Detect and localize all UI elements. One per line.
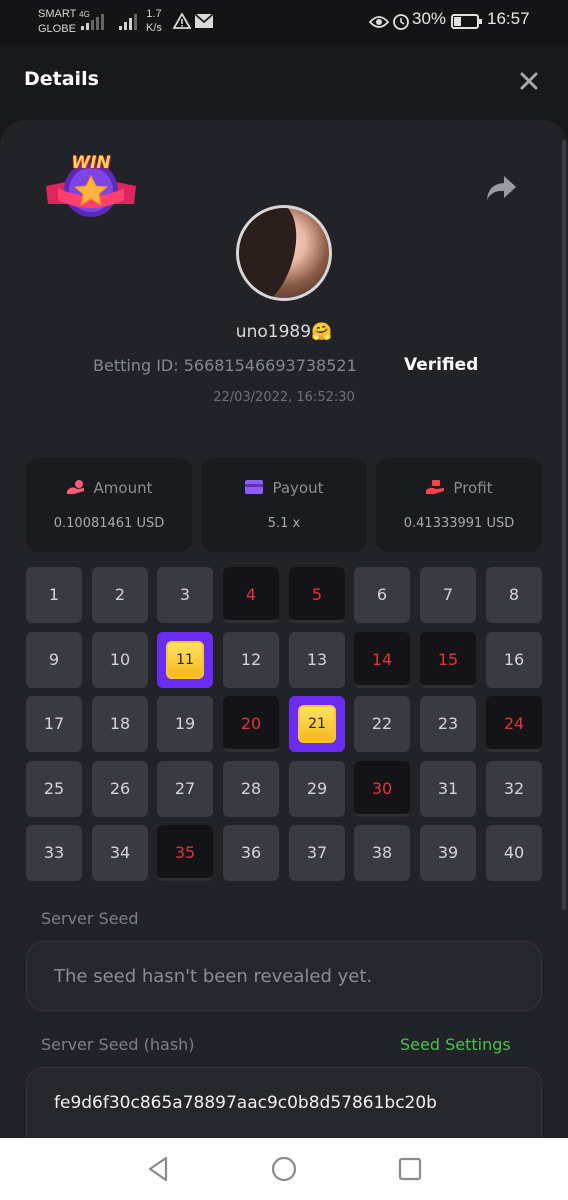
number-tile[interactable]: 30 <box>354 761 410 817</box>
number-tile[interactable]: 9 <box>26 632 82 688</box>
number-tile[interactable]: 39 <box>420 825 476 881</box>
scrollbar[interactable] <box>562 140 566 910</box>
number-tile[interactable]: 22 <box>354 696 410 752</box>
signal-icon <box>81 14 104 30</box>
warning-icon <box>173 13 191 29</box>
number-tile[interactable]: 10 <box>92 632 148 688</box>
seed-settings-link[interactable]: Seed Settings <box>400 1035 511 1054</box>
username: uno1989🤗 <box>235 322 333 342</box>
number-tile[interactable]: 8 <box>486 567 542 623</box>
number-tile[interactable]: 2 <box>92 567 148 623</box>
number-tile[interactable]: 29 <box>289 761 345 817</box>
profit-label: Profit <box>453 479 493 497</box>
money-hand-icon <box>426 480 445 494</box>
status-bar: SMART 4G GLOBE 1.7 K/s 30% 16:57 <box>0 0 568 44</box>
number-tile[interactable]: 6 <box>354 567 410 623</box>
number-tile[interactable]: 35 <box>157 825 213 881</box>
number-tile[interactable]: 33 <box>26 825 82 881</box>
number-tile[interactable]: 25 <box>26 761 82 817</box>
alarm-icon <box>393 14 409 30</box>
number-tile[interactable]: 26 <box>92 761 148 817</box>
number-tile[interactable]: 32 <box>486 761 542 817</box>
page-title: Details <box>24 68 99 90</box>
number-tile[interactable]: 1 <box>26 567 82 623</box>
avatar <box>236 205 332 301</box>
network-speed: 1.7 K/s <box>146 8 162 34</box>
number-tile[interactable]: 14 <box>354 632 410 688</box>
number-tile[interactable]: 31 <box>420 761 476 817</box>
number-tile[interactable]: 5 <box>289 567 345 623</box>
number-tile[interactable]: 15 <box>420 632 476 688</box>
bet-timestamp: 22/03/2022, 16:52:30 <box>213 390 355 405</box>
server-seed-label: Server Seed <box>41 909 139 928</box>
coin-hand-icon <box>66 480 84 494</box>
payout-label: Payout <box>272 479 324 497</box>
server-seed-hash-field[interactable]: fe9d6f30c865a78897aac9c0b8d57861bc20b <box>26 1067 542 1138</box>
number-tile[interactable]: 28 <box>223 761 279 817</box>
win-badge: WIN <box>44 152 138 222</box>
number-tile[interactable]: 3 <box>157 567 213 623</box>
number-tile[interactable]: 7 <box>420 567 476 623</box>
system-nav-bar <box>0 1138 568 1200</box>
server-seed-field[interactable]: The seed hasn't been revealed yet. <box>26 941 542 1011</box>
profit-value: 0.41333991 USD <box>403 516 515 531</box>
close-icon[interactable] <box>514 66 544 96</box>
verified-badge: Verified <box>404 355 479 375</box>
signal-icon <box>119 14 137 30</box>
number-tile[interactable]: 23 <box>420 696 476 752</box>
number-tile[interactable]: 13 <box>289 632 345 688</box>
recents-icon[interactable] <box>396 1155 424 1183</box>
number-tile[interactable]: 38 <box>354 825 410 881</box>
number-tile[interactable]: 4 <box>223 567 279 623</box>
amount-label: Amount <box>93 479 153 497</box>
number-tile[interactable]: 16 <box>486 632 542 688</box>
betting-id: Betting ID: 56681546693738521 <box>93 356 357 375</box>
payout-value: 5.1 x <box>267 516 301 531</box>
number-tile[interactable]: 19 <box>157 696 213 752</box>
number-tile[interactable]: 17 <box>26 696 82 752</box>
gem-icon: 11 <box>166 641 204 679</box>
number-tile[interactable]: 24 <box>486 696 542 752</box>
amount-card: Amount 0.10081461 USD <box>26 458 192 552</box>
server-seed-hash-label: Server Seed (hash) <box>41 1035 195 1054</box>
battery-percent: 30% <box>412 9 447 28</box>
clock: 16:57 <box>487 9 530 28</box>
number-tile[interactable]: 36 <box>223 825 279 881</box>
number-tile[interactable]: 40 <box>486 825 542 881</box>
eye-icon <box>369 16 389 28</box>
profit-card: Profit 0.41333991 USD <box>376 458 542 552</box>
home-icon[interactable] <box>270 1155 298 1183</box>
number-tile[interactable]: 18 <box>92 696 148 752</box>
number-tile[interactable]: 34 <box>92 825 148 881</box>
back-icon[interactable] <box>144 1155 172 1183</box>
share-icon[interactable] <box>484 172 518 204</box>
gem-icon: 21 <box>298 705 336 743</box>
battery-icon <box>451 14 482 29</box>
number-tile[interactable]: 21 <box>289 696 345 752</box>
payout-card: Payout 5.1 x <box>201 458 367 552</box>
amount-value: 0.10081461 USD <box>53 516 165 531</box>
number-tile[interactable]: 20 <box>223 696 279 752</box>
details-header: Details <box>0 44 568 120</box>
number-tile[interactable]: 37 <box>289 825 345 881</box>
card-icon <box>245 480 264 494</box>
win-badge-text: WIN <box>71 153 111 173</box>
number-tile[interactable]: 27 <box>157 761 213 817</box>
mail-icon <box>195 14 213 28</box>
number-tile[interactable]: 11 <box>157 632 213 688</box>
number-tile[interactable]: 12 <box>223 632 279 688</box>
